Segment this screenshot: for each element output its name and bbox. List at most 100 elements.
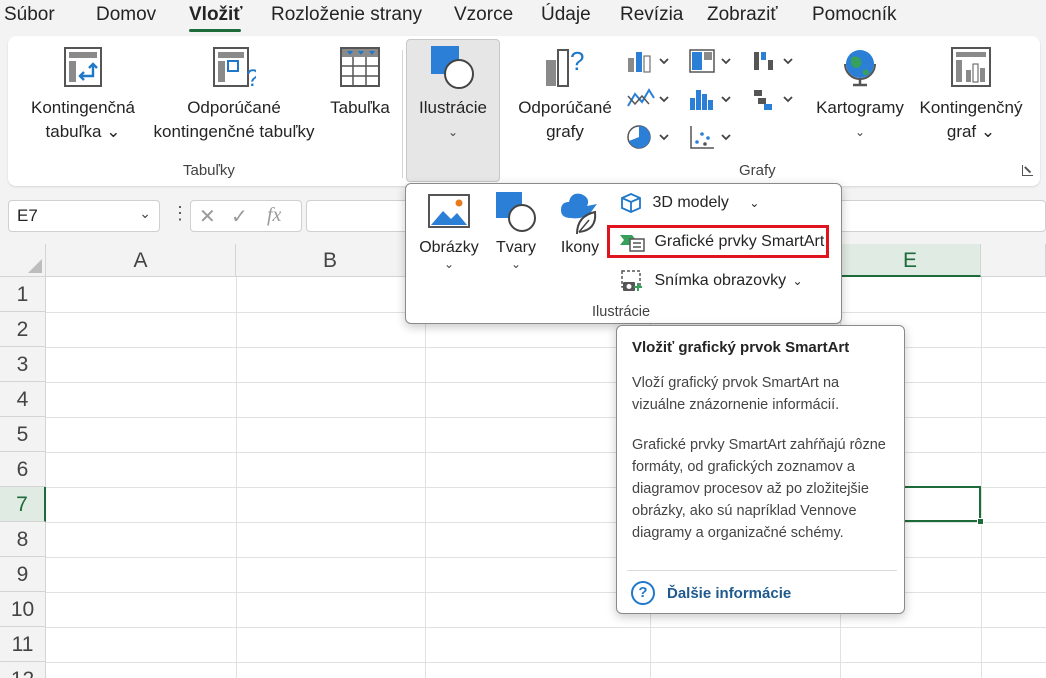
screenshot-label: Snímka obrazovky xyxy=(654,272,787,290)
row-header-5[interactable]: 5 xyxy=(0,417,46,452)
maps-label: Kartogramy xyxy=(816,98,904,117)
insert-function-icon[interactable]: fx xyxy=(267,204,281,227)
formula-buttons: ✕ ✓ fx xyxy=(190,200,302,232)
pictures-button[interactable]: Obrázky ⌄ xyxy=(414,193,484,271)
smartart-highlight-box xyxy=(607,225,829,258)
dialog-launcher-icon[interactable] xyxy=(1022,165,1033,176)
hierarchy-chart-button[interactable] xyxy=(688,48,734,79)
recommended-pivot-table-icon: ? xyxy=(213,47,256,88)
waterfall-chart-button[interactable] xyxy=(750,48,796,79)
tab-vzorce[interactable]: Vzorce xyxy=(454,4,513,26)
row-header-6[interactable]: 6 xyxy=(0,452,46,487)
pivot-table-label-2: tabuľka ⌄ xyxy=(45,122,121,141)
tab-revizia[interactable]: Revízia xyxy=(620,4,683,26)
waterfall-chart-icon xyxy=(754,52,793,70)
treemap-chart-icon xyxy=(689,49,731,73)
3d-models-label: 3D modely xyxy=(652,194,729,212)
column-header-f[interactable] xyxy=(981,244,1046,277)
row-header-4[interactable]: 4 xyxy=(0,382,46,417)
illustrations-button-content[interactable]: Ilustrácie ⌄ xyxy=(406,44,500,144)
select-all-corner[interactable] xyxy=(0,244,46,277)
table-label: Tabuľka xyxy=(330,98,390,117)
screenshot-button[interactable]: Snímka obrazovky ⌄ xyxy=(620,269,803,293)
cube-icon xyxy=(621,193,641,213)
combo-chart-button[interactable] xyxy=(750,86,796,117)
statistic-chart-button[interactable] xyxy=(688,86,734,117)
combo-chart-icon xyxy=(754,90,793,110)
icons-label: Ikony xyxy=(560,239,600,256)
grid-line xyxy=(236,277,237,678)
3d-models-chevron-icon: ⌄ xyxy=(749,196,760,211)
help-icon[interactable]: ? xyxy=(631,581,655,605)
shapes-button[interactable]: Tvary ⌄ xyxy=(486,190,546,271)
line-chart-button[interactable] xyxy=(626,86,672,117)
scatter-chart-button[interactable] xyxy=(688,124,734,155)
recommended-pivot-label-2: kontingenčné tabuľky xyxy=(153,122,315,141)
grid-line xyxy=(46,627,1046,628)
row-header-7[interactable]: 7 xyxy=(0,487,46,522)
picture-icon xyxy=(428,194,470,228)
maps-button[interactable]: Kartogramy ⌄ xyxy=(812,46,908,144)
column-header-e[interactable]: E xyxy=(840,244,981,277)
menu-bar: Súbor Domov Vložiť Rozloženie strany Vzo… xyxy=(0,0,1046,34)
more-info-link[interactable]: Ďalšie informácie xyxy=(667,585,791,602)
enter-icon[interactable]: ✓ xyxy=(231,204,248,229)
grid-line xyxy=(425,277,426,678)
name-box-value: E7 xyxy=(17,206,38,225)
column-chart-icon xyxy=(628,52,669,73)
recommended-pivot-label-1: Odporúčané xyxy=(187,98,281,117)
shapes-chevron-icon: ⌄ xyxy=(510,257,522,271)
column-header-b[interactable]: B xyxy=(236,244,425,277)
tab-rozlozenie-strany[interactable]: Rozloženie strany xyxy=(271,4,422,26)
recommended-charts-button[interactable]: ? Odporúčané grafy xyxy=(510,46,620,144)
pivot-chart-label-1: Kontingenčný xyxy=(919,98,1023,117)
histogram-chart-icon xyxy=(690,90,731,110)
pictures-chevron-icon: ⌄ xyxy=(443,257,455,271)
pivot-table-button[interactable]: Kontingenčná tabuľka ⌄ xyxy=(22,46,144,144)
grid-line xyxy=(981,277,982,678)
cancel-icon[interactable]: ✕ xyxy=(199,204,216,229)
row-header-11[interactable]: 11 xyxy=(0,627,46,662)
tab-zobrazit[interactable]: Zobraziť xyxy=(707,4,777,26)
name-box[interactable]: E7 ⌄ xyxy=(8,200,160,232)
row-header-2[interactable]: 2 xyxy=(0,312,46,347)
icons-button[interactable]: Ikony xyxy=(552,190,608,257)
row-header-10[interactable]: 10 xyxy=(0,592,46,627)
tab-subor[interactable]: Súbor xyxy=(4,4,55,26)
name-box-chevron-icon[interactable]: ⌄ xyxy=(139,205,151,222)
recommended-pivot-tables-button[interactable]: ? Odporúčané kontingenčné tabuľky xyxy=(146,46,322,144)
recommended-charts-label-2: grafy xyxy=(546,122,584,141)
more-options-icon[interactable]: ⋮ xyxy=(171,203,189,224)
row-header-9[interactable]: 9 xyxy=(0,557,46,592)
table-button[interactable]: Tabuľka xyxy=(324,46,396,120)
globe-icon xyxy=(844,50,876,87)
tooltip-paragraph-2: Grafické prvky SmartArt zahŕňajú rôzne f… xyxy=(632,437,886,541)
active-tab-indicator xyxy=(189,29,241,32)
column-chart-button[interactable] xyxy=(626,48,672,79)
recommended-charts-label-1: Odporúčané xyxy=(518,98,612,117)
row-header-8[interactable]: 8 xyxy=(0,522,46,557)
3d-models-button[interactable]: 3D modely ⌄ xyxy=(620,192,759,214)
fill-handle[interactable] xyxy=(977,518,984,525)
pie-chart-icon xyxy=(627,125,669,149)
screenshot-chevron-icon: ⌄ xyxy=(792,274,803,289)
group-label-tabulky: Tabuľky xyxy=(183,162,235,179)
pivot-table-icon xyxy=(64,47,102,87)
row-header-1[interactable]: 1 xyxy=(0,277,46,312)
tab-domov[interactable]: Domov xyxy=(96,4,156,26)
row-header-3[interactable]: 3 xyxy=(0,347,46,382)
table-icon xyxy=(340,47,380,87)
pie-chart-button[interactable] xyxy=(626,124,672,155)
smartart-tooltip: Vložiť grafický prvok SmartArt Vloží gra… xyxy=(616,325,905,614)
column-header-a[interactable]: A xyxy=(46,244,236,277)
illustrations-label: Ilustrácie xyxy=(418,98,488,117)
row-header-12[interactable]: 12 xyxy=(0,662,46,678)
grid-line xyxy=(46,662,1046,663)
tab-udaje[interactable]: Údaje xyxy=(541,4,591,26)
tab-pomocnik[interactable]: Pomocník xyxy=(812,4,896,26)
pivot-chart-button[interactable]: Kontingenčný graf ⌄ xyxy=(912,46,1030,144)
pictures-label: Obrázky xyxy=(419,239,479,256)
tab-vlozit[interactable]: Vložiť xyxy=(189,4,242,26)
group-label-grafy: Grafy xyxy=(739,162,776,179)
shapes-label: Tvary xyxy=(496,239,536,256)
